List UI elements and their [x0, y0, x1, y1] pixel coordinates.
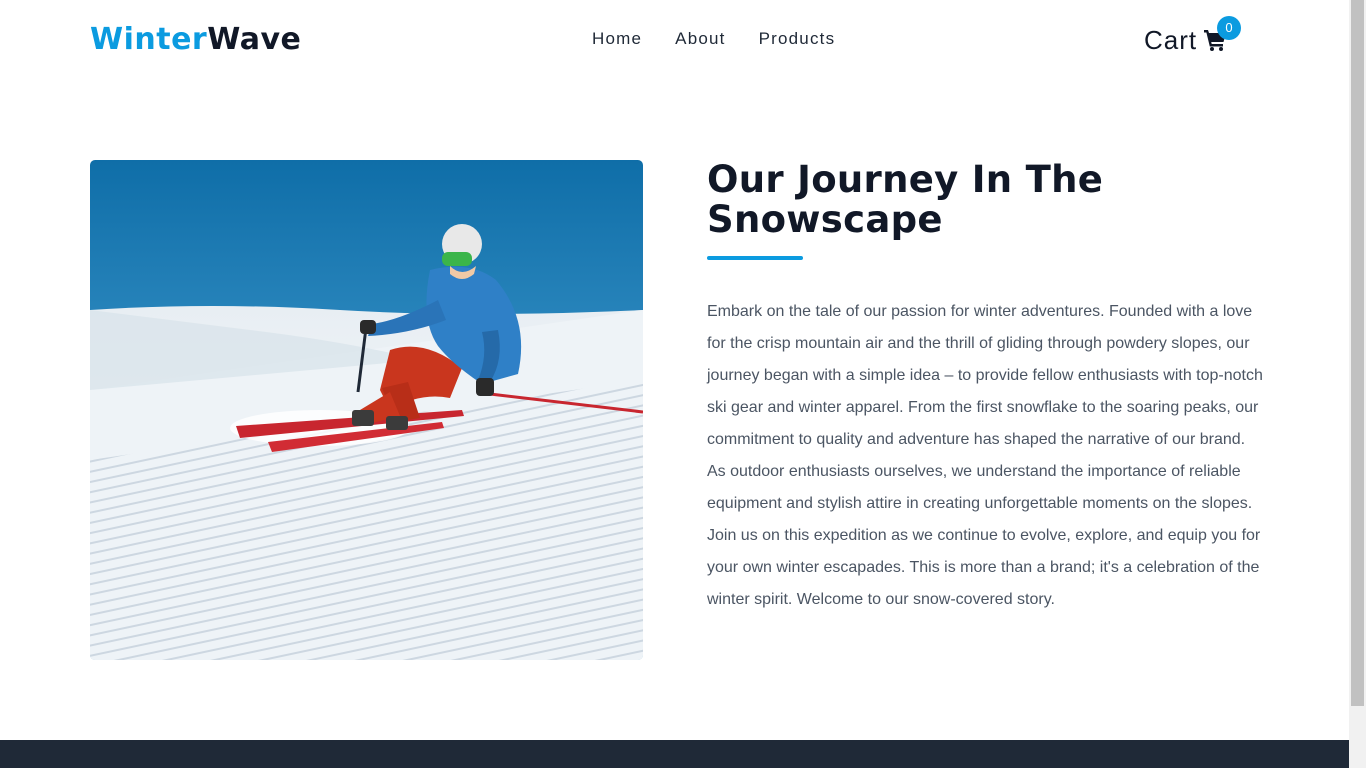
page: WinterWave Home About Products Cart 0 Ou… — [0, 0, 1349, 768]
about-title: Our Journey In The Snowscape — [707, 158, 1104, 241]
cart-button[interactable]: Cart 0 — [1144, 16, 1241, 56]
title-underline — [707, 256, 803, 260]
about-body-text: Embark on the tale of our passion for wi… — [707, 303, 1263, 608]
skier-illustration — [90, 160, 643, 660]
brand-logo-part1: Winter — [90, 22, 208, 57]
site-footer — [0, 740, 1349, 768]
main-nav: Home About Products — [592, 28, 835, 50]
site-header: WinterWave Home About Products Cart 0 — [0, 0, 1349, 80]
page-scrollbar[interactable] — [1349, 0, 1366, 768]
skier-photo — [90, 160, 643, 660]
cart-count-badge: 0 — [1217, 16, 1241, 40]
nav-home-link[interactable]: Home — [592, 28, 642, 50]
brand-logo[interactable]: WinterWave — [90, 20, 301, 60]
nav-about-link[interactable]: About — [675, 28, 725, 50]
brand-logo-part2: Wave — [207, 22, 302, 57]
scrollbar-thumb[interactable] — [1351, 0, 1364, 706]
cart-label: Cart — [1144, 25, 1198, 55]
about-section: Our Journey In The Snowscape Embark on t… — [707, 160, 1267, 616]
nav-products-link[interactable]: Products — [759, 28, 836, 50]
